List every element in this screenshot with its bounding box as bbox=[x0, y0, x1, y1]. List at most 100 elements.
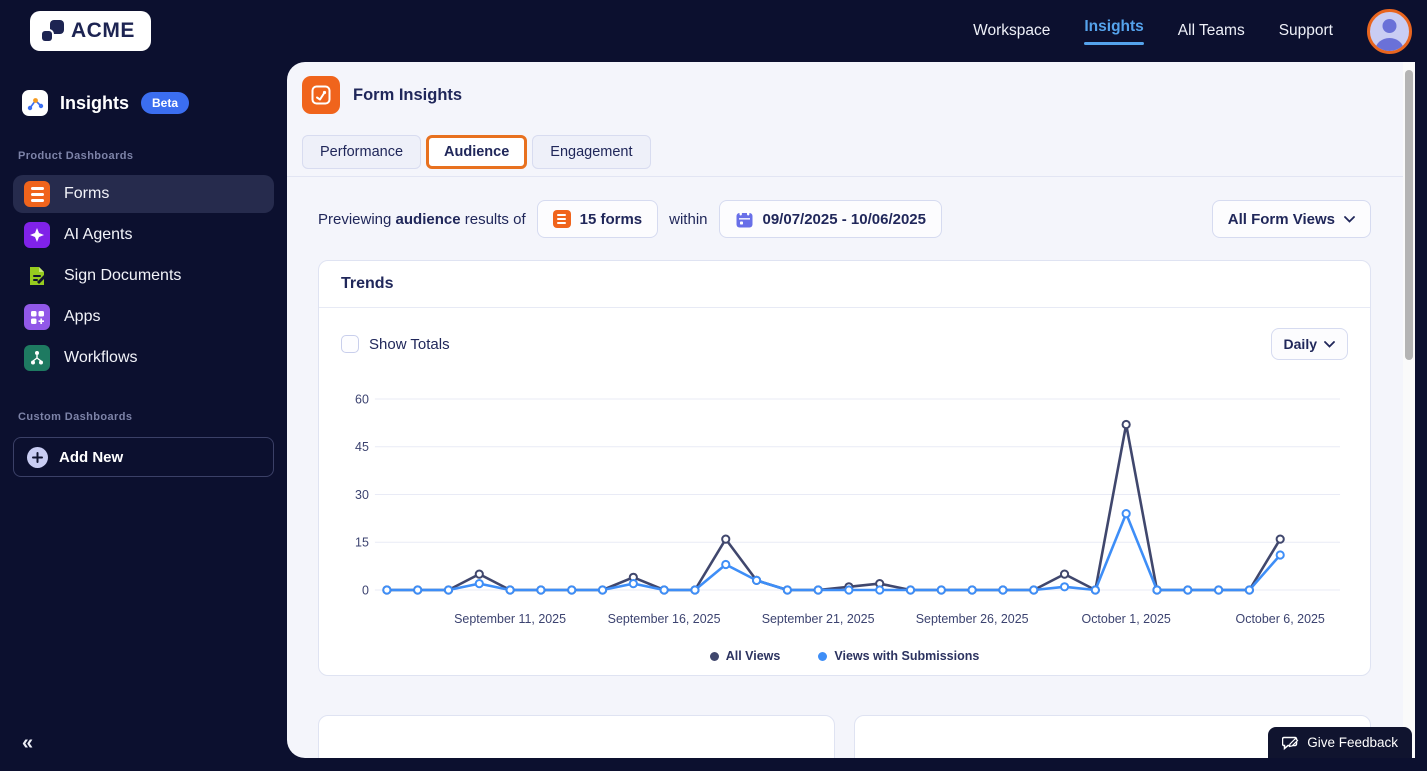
scrollbar-thumb[interactable] bbox=[1405, 70, 1413, 360]
main-content-panel: Form Insights Performance Audience Engag… bbox=[287, 62, 1415, 758]
sidebar-item-label: AI Agents bbox=[64, 226, 133, 243]
svg-text:October 1, 2025: October 1, 2025 bbox=[1082, 612, 1171, 626]
sidebar-item-label: Forms bbox=[64, 185, 110, 202]
chevron-down-icon bbox=[1324, 340, 1335, 348]
beta-badge: Beta bbox=[141, 92, 190, 114]
sidebar-item-apps[interactable]: Apps bbox=[13, 298, 274, 336]
page-header: Form Insights Performance Audience Engag… bbox=[287, 62, 1415, 177]
nav-workspace[interactable]: Workspace bbox=[973, 22, 1050, 40]
preview-bold-word: audience bbox=[395, 210, 461, 228]
acme-logo[interactable]: ACME bbox=[30, 11, 151, 51]
svg-text:October 6, 2025: October 6, 2025 bbox=[1236, 612, 1325, 626]
page-title: Form Insights bbox=[353, 85, 463, 104]
svg-text:September 16, 2025: September 16, 2025 bbox=[608, 612, 721, 626]
scrollbar-track[interactable] bbox=[1403, 62, 1415, 758]
legend-label: Views with Submissions bbox=[834, 649, 980, 663]
svg-text:September 11, 2025: September 11, 2025 bbox=[454, 612, 566, 626]
nav-all-teams[interactable]: All Teams bbox=[1178, 22, 1245, 40]
preview-suffix: results of bbox=[464, 210, 526, 228]
forms-count-button[interactable]: 15 forms bbox=[536, 200, 659, 238]
give-feedback-button[interactable]: Give Feedback bbox=[1268, 727, 1412, 758]
trends-card-body: Show Totals Daily 0 15 30 45 60 September 11,… bbox=[319, 308, 1370, 675]
show-totals-label: Show Totals bbox=[369, 335, 450, 353]
logo-square-large bbox=[50, 20, 64, 34]
sidebar-menu: Forms AI Agents Sign Documents Apps Work… bbox=[0, 175, 287, 377]
active-nav-underline bbox=[1084, 41, 1144, 45]
trends-card-title: Trends bbox=[319, 261, 1370, 308]
trends-controls: Show Totals Daily bbox=[341, 328, 1348, 360]
legend-item: All Views bbox=[709, 649, 781, 663]
acme-logo-icon bbox=[42, 20, 64, 42]
tab-performance[interactable]: Performance bbox=[302, 135, 422, 169]
svg-text:60: 60 bbox=[355, 392, 369, 406]
sidebar-item-label: Workflows bbox=[64, 349, 138, 366]
chart-legend: All Views Views with Submissions bbox=[341, 649, 1348, 663]
sign-documents-icon bbox=[24, 263, 50, 289]
sidebar-item-workflows[interactable]: Workflows bbox=[13, 339, 274, 377]
preview-text: Previewing audience results of bbox=[318, 211, 526, 228]
top-bar: ACME Workspace Insights All Teams Suppor… bbox=[0, 0, 1427, 62]
tab-engagement[interactable]: Engagement bbox=[532, 135, 651, 169]
svg-text:0: 0 bbox=[362, 583, 369, 597]
sidebar-app-title: Insights bbox=[60, 92, 130, 113]
svg-text:30: 30 bbox=[355, 488, 369, 502]
nav-support[interactable]: Support bbox=[1279, 22, 1333, 40]
tab-audience[interactable]: Audience bbox=[426, 135, 528, 169]
insights-app-icon bbox=[22, 90, 48, 116]
tabs: Performance Audience Engagement bbox=[302, 135, 1415, 169]
legend-item: Views with Submissions bbox=[818, 649, 979, 663]
nav-insights[interactable]: Insights bbox=[1084, 17, 1144, 45]
sidebar-item-label: Apps bbox=[64, 308, 101, 325]
legend-dot bbox=[818, 651, 828, 661]
within-label: within bbox=[669, 210, 708, 228]
plus-icon bbox=[27, 446, 48, 468]
legend-label: All Views bbox=[725, 649, 781, 663]
chevron-down-icon bbox=[1344, 215, 1355, 223]
trends-chart-area: 0 15 30 45 60 September 11, 2025 September 16,… bbox=[341, 386, 1348, 643]
calendar-icon bbox=[736, 210, 752, 227]
workflows-icon bbox=[24, 345, 50, 371]
sidebar-item-sign-documents[interactable]: Sign Documents bbox=[13, 257, 274, 295]
add-new-label: Add New bbox=[59, 448, 124, 466]
forms-count-label: 15 forms bbox=[579, 210, 643, 228]
show-totals-checkbox[interactable] bbox=[341, 335, 359, 353]
date-range-label: 09/07/2025 - 10/06/2025 bbox=[762, 210, 926, 228]
add-new-button[interactable]: Add New bbox=[13, 437, 274, 477]
give-feedback-label: Give Feedback bbox=[1307, 735, 1398, 750]
svg-text:September 21, 2025: September 21, 2025 bbox=[762, 612, 875, 626]
sidebar-item-ai-agents[interactable]: AI Agents bbox=[13, 216, 274, 254]
user-avatar[interactable] bbox=[1367, 8, 1412, 54]
sidebar-item-label: Sign Documents bbox=[64, 267, 182, 284]
filter-bar: Previewing audience results of 15 forms … bbox=[318, 200, 1371, 238]
granularity-dropdown[interactable]: Daily bbox=[1270, 328, 1348, 360]
sidebar-item-forms[interactable]: Forms bbox=[13, 175, 274, 213]
form-insights-icon bbox=[302, 76, 340, 114]
forms-icon bbox=[552, 210, 571, 228]
apps-icon bbox=[24, 304, 50, 330]
product-dashboards-label: Product Dashboards bbox=[18, 150, 134, 162]
sidebar-app-header: Insights Beta bbox=[22, 90, 287, 116]
sidebar-collapse-button[interactable]: « bbox=[22, 732, 33, 755]
form-views-dropdown[interactable]: All Form Views bbox=[1211, 200, 1371, 238]
sidebar: Insights Beta Product Dashboards Forms A… bbox=[0, 62, 287, 771]
bottom-cards-row bbox=[318, 715, 1371, 758]
legend-dot bbox=[709, 651, 719, 661]
svg-text:September 26, 2025: September 26, 2025 bbox=[916, 612, 1029, 626]
show-totals-control: Show Totals bbox=[341, 335, 450, 353]
granularity-label: Daily bbox=[1283, 336, 1317, 352]
custom-dashboards-label: Custom Dashboards bbox=[18, 411, 133, 423]
user-icon bbox=[1375, 18, 1404, 51]
page-title-row: Form Insights bbox=[302, 76, 1415, 114]
date-range-button[interactable]: 09/07/2025 - 10/06/2025 bbox=[718, 200, 942, 238]
ai-agents-icon bbox=[24, 222, 50, 248]
preview-prefix: Previewing bbox=[318, 210, 392, 228]
svg-text:45: 45 bbox=[355, 440, 369, 454]
top-navigation: Workspace Insights All Teams Support bbox=[973, 8, 1427, 54]
brand-name: ACME bbox=[71, 19, 135, 42]
form-views-dropdown-label: All Form Views bbox=[1227, 210, 1335, 228]
logo-square-small bbox=[42, 31, 52, 41]
trends-card: Trends Show Totals Daily 0 15 30 45 60 Septem… bbox=[318, 260, 1371, 676]
feedback-icon bbox=[1282, 736, 1299, 750]
nav-insights-label: Insights bbox=[1084, 17, 1144, 35]
forms-icon bbox=[24, 181, 50, 207]
